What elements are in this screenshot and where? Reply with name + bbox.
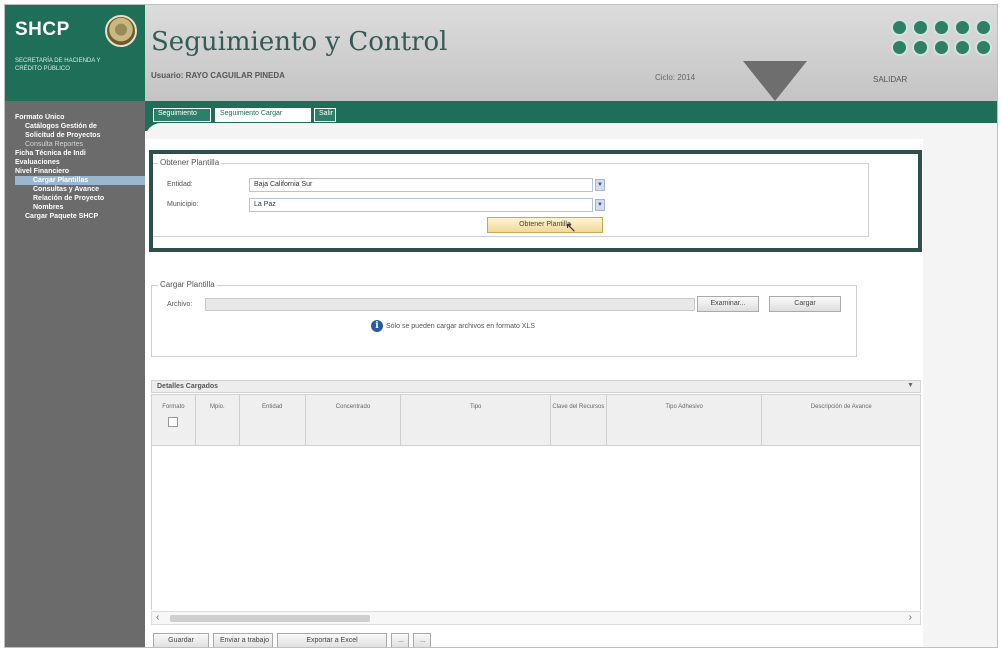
header: SHCP Secretaría de Hacienda y Crédito Pú… <box>5 5 997 101</box>
archivo-field[interactable] <box>205 298 695 311</box>
guardar-button[interactable]: Guardar <box>153 633 209 647</box>
app-title: Seguimiento y Control <box>151 27 448 57</box>
phone-icon[interactable] <box>912 19 929 36</box>
close-icon[interactable] <box>975 19 992 36</box>
sidebar-item-evaluaciones[interactable]: Evaluaciones <box>15 158 145 167</box>
extra-button-2[interactable]: ... <box>413 633 431 647</box>
user-icon[interactable] <box>891 19 908 36</box>
info-icon[interactable] <box>954 39 971 56</box>
sidebar-item-formato-unico[interactable]: Formato Único <box>15 113 145 122</box>
minus-icon[interactable] <box>912 39 929 56</box>
select-all-checkbox[interactable] <box>168 417 179 427</box>
home-icon[interactable] <box>954 19 971 36</box>
column-tipo[interactable]: Tipo <box>401 395 551 445</box>
logo-subtitle: Secretaría de Hacienda y Crédito Público <box>15 58 101 72</box>
globe-icon[interactable] <box>933 19 950 36</box>
column-formato-label: Formato <box>162 404 185 410</box>
app-window: SHCP Secretaría de Hacienda y Crédito Pú… <box>4 4 998 648</box>
power-icon[interactable] <box>975 39 992 56</box>
examinar-button[interactable]: Examinar... <box>697 296 759 312</box>
sidebar-item-catalogos[interactable]: Catálogos Gestión de <box>15 122 145 131</box>
user-info: Usuario: RAYO CAGUILAR PINEDA <box>151 71 285 80</box>
column-concentrado[interactable]: Concentrado <box>306 395 402 445</box>
column-descripcion-avance[interactable]: Descripción de Avance <box>762 395 920 445</box>
national-seal-icon <box>105 15 137 47</box>
horizontal-scrollbar[interactable]: ‹ › <box>151 611 921 625</box>
shcp-logo: SHCP Secretaría de Hacienda y Crédito Pú… <box>5 5 145 101</box>
exportar-excel-button[interactable]: Exportar a Excel <box>277 633 387 647</box>
logout-link[interactable]: SALIDAR <box>873 75 907 84</box>
scroll-right-icon[interactable]: › <box>909 612 912 623</box>
cargar-button[interactable]: Cargar <box>769 296 841 312</box>
sidebar-item-ficha-tecnica[interactable]: Ficha Técnica de Indi <box>15 149 145 158</box>
sidebar-item-consultas-avance[interactable]: Consultas y Avance <box>15 185 145 194</box>
extra-button-1[interactable]: ... <box>391 633 409 647</box>
sidebar-menu: Formato Único Catálogos Gestión de Solic… <box>15 113 145 221</box>
column-mpio[interactable]: Mpio. <box>196 395 240 445</box>
column-clave-recursos[interactable]: Clave del Recursos <box>551 395 607 445</box>
settings-icon[interactable] <box>891 39 908 56</box>
sidebar-item-consulta[interactable]: Consulta Reportes <box>15 140 145 149</box>
right-gutter <box>923 139 997 647</box>
band-curve <box>145 123 997 139</box>
cargar-plantilla-legend: Cargar Plantilla <box>158 280 217 289</box>
help-icon[interactable] <box>933 39 950 56</box>
top-icon-bar <box>891 19 995 56</box>
sidebar-item-nivel-financiero[interactable]: Nivel Financiero <box>15 167 145 176</box>
grid-header: Formato Mpio. Entidad Concentrado Tipo C… <box>151 394 921 446</box>
archivo-label: Archivo: <box>167 301 193 308</box>
cycle-info: Ciclo: 2014 <box>655 73 696 82</box>
grid-body <box>151 446 921 610</box>
info-icon: i <box>371 320 383 332</box>
logo-text: SHCP <box>15 19 70 40</box>
collapse-icon[interactable]: ▼ <box>907 382 914 389</box>
scroll-thumb[interactable] <box>170 615 370 622</box>
sidebar-item-nombres[interactable]: Nombres <box>15 203 145 212</box>
tab-seguimiento[interactable]: Seguimiento <box>153 108 211 122</box>
tab-seguimiento-cargar[interactable]: Seguimiento Cargar <box>215 108 311 122</box>
sidebar-item-relacion-proyecto[interactable]: Relación de Proyecto <box>15 194 145 203</box>
scroll-left-icon[interactable]: ‹ <box>156 612 159 623</box>
column-tipo-adhesivo[interactable]: Tipo Adhesivo <box>607 395 763 445</box>
enviar-trabajo-button[interactable]: Enviar a trabajo <box>213 633 273 647</box>
info-message: Sólo se pueden cargar archivos en format… <box>386 323 536 330</box>
column-formato[interactable]: Formato <box>152 395 196 445</box>
sidebar-item-cargar-paquete[interactable]: Cargar Paquete SHCP <box>15 212 145 221</box>
tab-salir[interactable]: Salir <box>314 108 336 122</box>
sidebar-item-solicitud[interactable]: Solicitud de Proyectos <box>15 131 145 140</box>
column-entidad[interactable]: Entidad <box>240 395 306 445</box>
grid-title: Detalles Cargados <box>151 380 921 393</box>
sidebar-item-cargar-plantillas[interactable]: Cargar Plantillas <box>15 176 145 185</box>
funnel-decoration <box>743 61 807 101</box>
focus-highlight <box>149 150 922 252</box>
sidebar: Formato Único Catálogos Gestión de Solic… <box>5 101 145 647</box>
